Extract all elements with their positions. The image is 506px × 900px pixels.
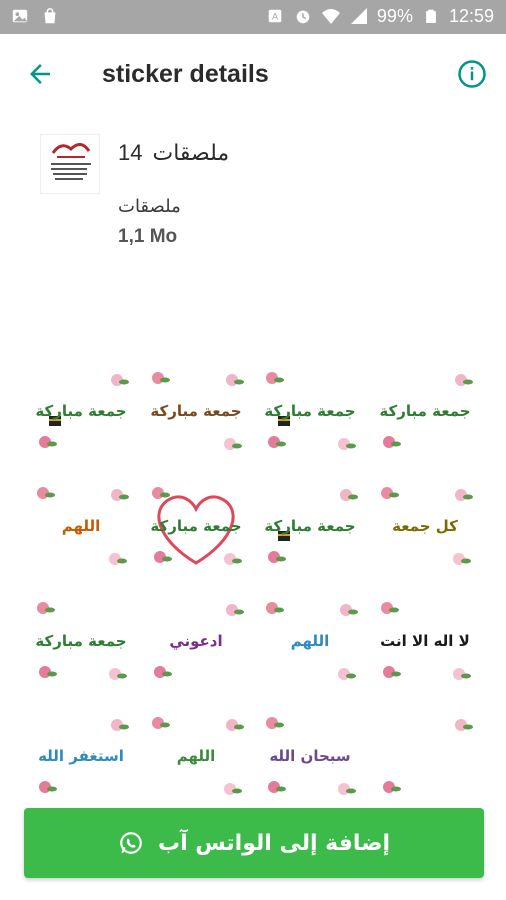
sticker-image: جمعة مباركة (265, 489, 359, 563)
sticker-image: استغفر الله (38, 719, 130, 793)
sticker-caption: جمعة مباركة (36, 402, 127, 420)
pack-size: 1,1 Mo (118, 226, 178, 247)
sticker-grid: جمعة مباركة جمعة مباركة جمعة مباركة جمعة مب… (24, 360, 482, 820)
sticker-caption: كل جمعة (392, 517, 458, 535)
sticker-caption: اللهم (291, 632, 330, 650)
pack-info: 14 ملصقات ملصقات 1,1 Mo (0, 118, 506, 278)
sticker-caption: لا اله الا انت (380, 632, 470, 650)
shopping-bag-icon (40, 6, 60, 26)
sticker-count: 14 (118, 140, 143, 165)
sticker-thumbnail[interactable]: جمعة مباركة (260, 479, 360, 571)
sticker-image: جمعة مباركة (36, 602, 128, 680)
whatsapp-icon (120, 832, 142, 854)
sticker-thumbnail[interactable]: جمعة مباركة (31, 594, 131, 686)
sticker-thumbnail[interactable]: جمعة مباركة (146, 479, 246, 571)
sticker-image: اللهم (37, 487, 130, 565)
sticker-caption: جمعة مباركة (379, 402, 470, 420)
sticker-caption: جمعة مباركة (265, 402, 356, 420)
status-bar: A 99% 12:59 (0, 0, 506, 34)
sticker-thumbnail[interactable]: اللهم (31, 479, 131, 571)
battery-percentage: 99% (376, 6, 413, 26)
clock: 12:59 (448, 6, 494, 26)
sticker-thumbnail[interactable]: جمعة مباركة (31, 364, 131, 456)
sticker-image: اللهم (266, 602, 359, 680)
sticker-caption: جمعة مباركة (265, 517, 356, 535)
sticker-image (382, 719, 473, 793)
wifi-icon (321, 6, 341, 26)
sticker-thumbnail[interactable]: ادعوني (146, 594, 246, 686)
sticker-image: جمعة مباركة (379, 374, 473, 448)
app-toolbar: sticker details (0, 34, 506, 118)
sticker-thumbnail[interactable]: سبحان الله (260, 709, 360, 801)
sticker-image: جمعة مباركة (150, 372, 244, 450)
sticker-image: ادعوني (153, 604, 244, 678)
add-to-whatsapp-button[interactable]: إضافة إلى الواتس آب (24, 808, 484, 878)
svg-text:A: A (272, 12, 278, 22)
sticker-thumbnail[interactable] (375, 709, 475, 801)
sticker-caption: استغفر الله (38, 747, 124, 765)
sticker-caption: اللهم (176, 747, 215, 765)
status-right: A 99% 12:59 (265, 5, 494, 27)
battery-icon (421, 6, 441, 26)
sticker-thumbnail[interactable]: اللهم (146, 709, 246, 801)
sticker-thumbnail[interactable]: اللهم (260, 594, 360, 686)
arrow-back-icon (30, 64, 50, 84)
sticker-image: جمعة مباركة (150, 487, 242, 565)
sync-icon: A (265, 6, 285, 26)
signal-icon (349, 6, 369, 26)
sticker-caption: جمعة مباركة (150, 517, 241, 535)
sticker-thumbnail[interactable]: استغفر الله (31, 709, 131, 801)
sticker-image: جمعة مباركة (265, 372, 357, 450)
sticker-image: سبحان الله (266, 717, 357, 795)
sticker-thumbnail[interactable]: كل جمعة (375, 479, 475, 571)
sticker-thumbnail[interactable]: جمعة مباركة (375, 364, 475, 456)
sticker-image: جمعة مباركة (36, 374, 130, 448)
info-icon (458, 60, 486, 88)
sticker-caption: جمعة مباركة (36, 632, 127, 650)
sticker-caption: جمعة مباركة (150, 402, 241, 420)
add-to-whatsapp-label: إضافة إلى الواتس آب (158, 830, 390, 856)
status-left (10, 6, 60, 26)
pack-publisher: ملصقات (118, 196, 181, 216)
sticker-caption: سبحان الله (270, 747, 351, 765)
sticker-image: اللهم (151, 717, 244, 795)
sticker-thumbnail[interactable]: جمعة مباركة (146, 364, 246, 456)
sticker-caption: اللهم (62, 517, 101, 535)
sticker-thumbnail[interactable]: جمعة مباركة (260, 364, 360, 456)
sticker-image: كل جمعة (380, 487, 473, 565)
page-title: sticker details (102, 60, 269, 88)
back-button[interactable] (22, 56, 58, 92)
pack-title-row: 14 ملصقات (118, 140, 229, 166)
alarm-icon (293, 6, 313, 26)
sticker-thumbnail[interactable]: لا اله الا انت (375, 594, 475, 686)
info-button[interactable] (454, 56, 490, 92)
sticker-image: لا اله الا انت (380, 602, 471, 680)
pack-name: ملصقات (152, 140, 230, 165)
tray-image (40, 134, 100, 194)
sticker-caption: ادعوني (169, 632, 222, 650)
image-notification-icon (10, 6, 30, 26)
